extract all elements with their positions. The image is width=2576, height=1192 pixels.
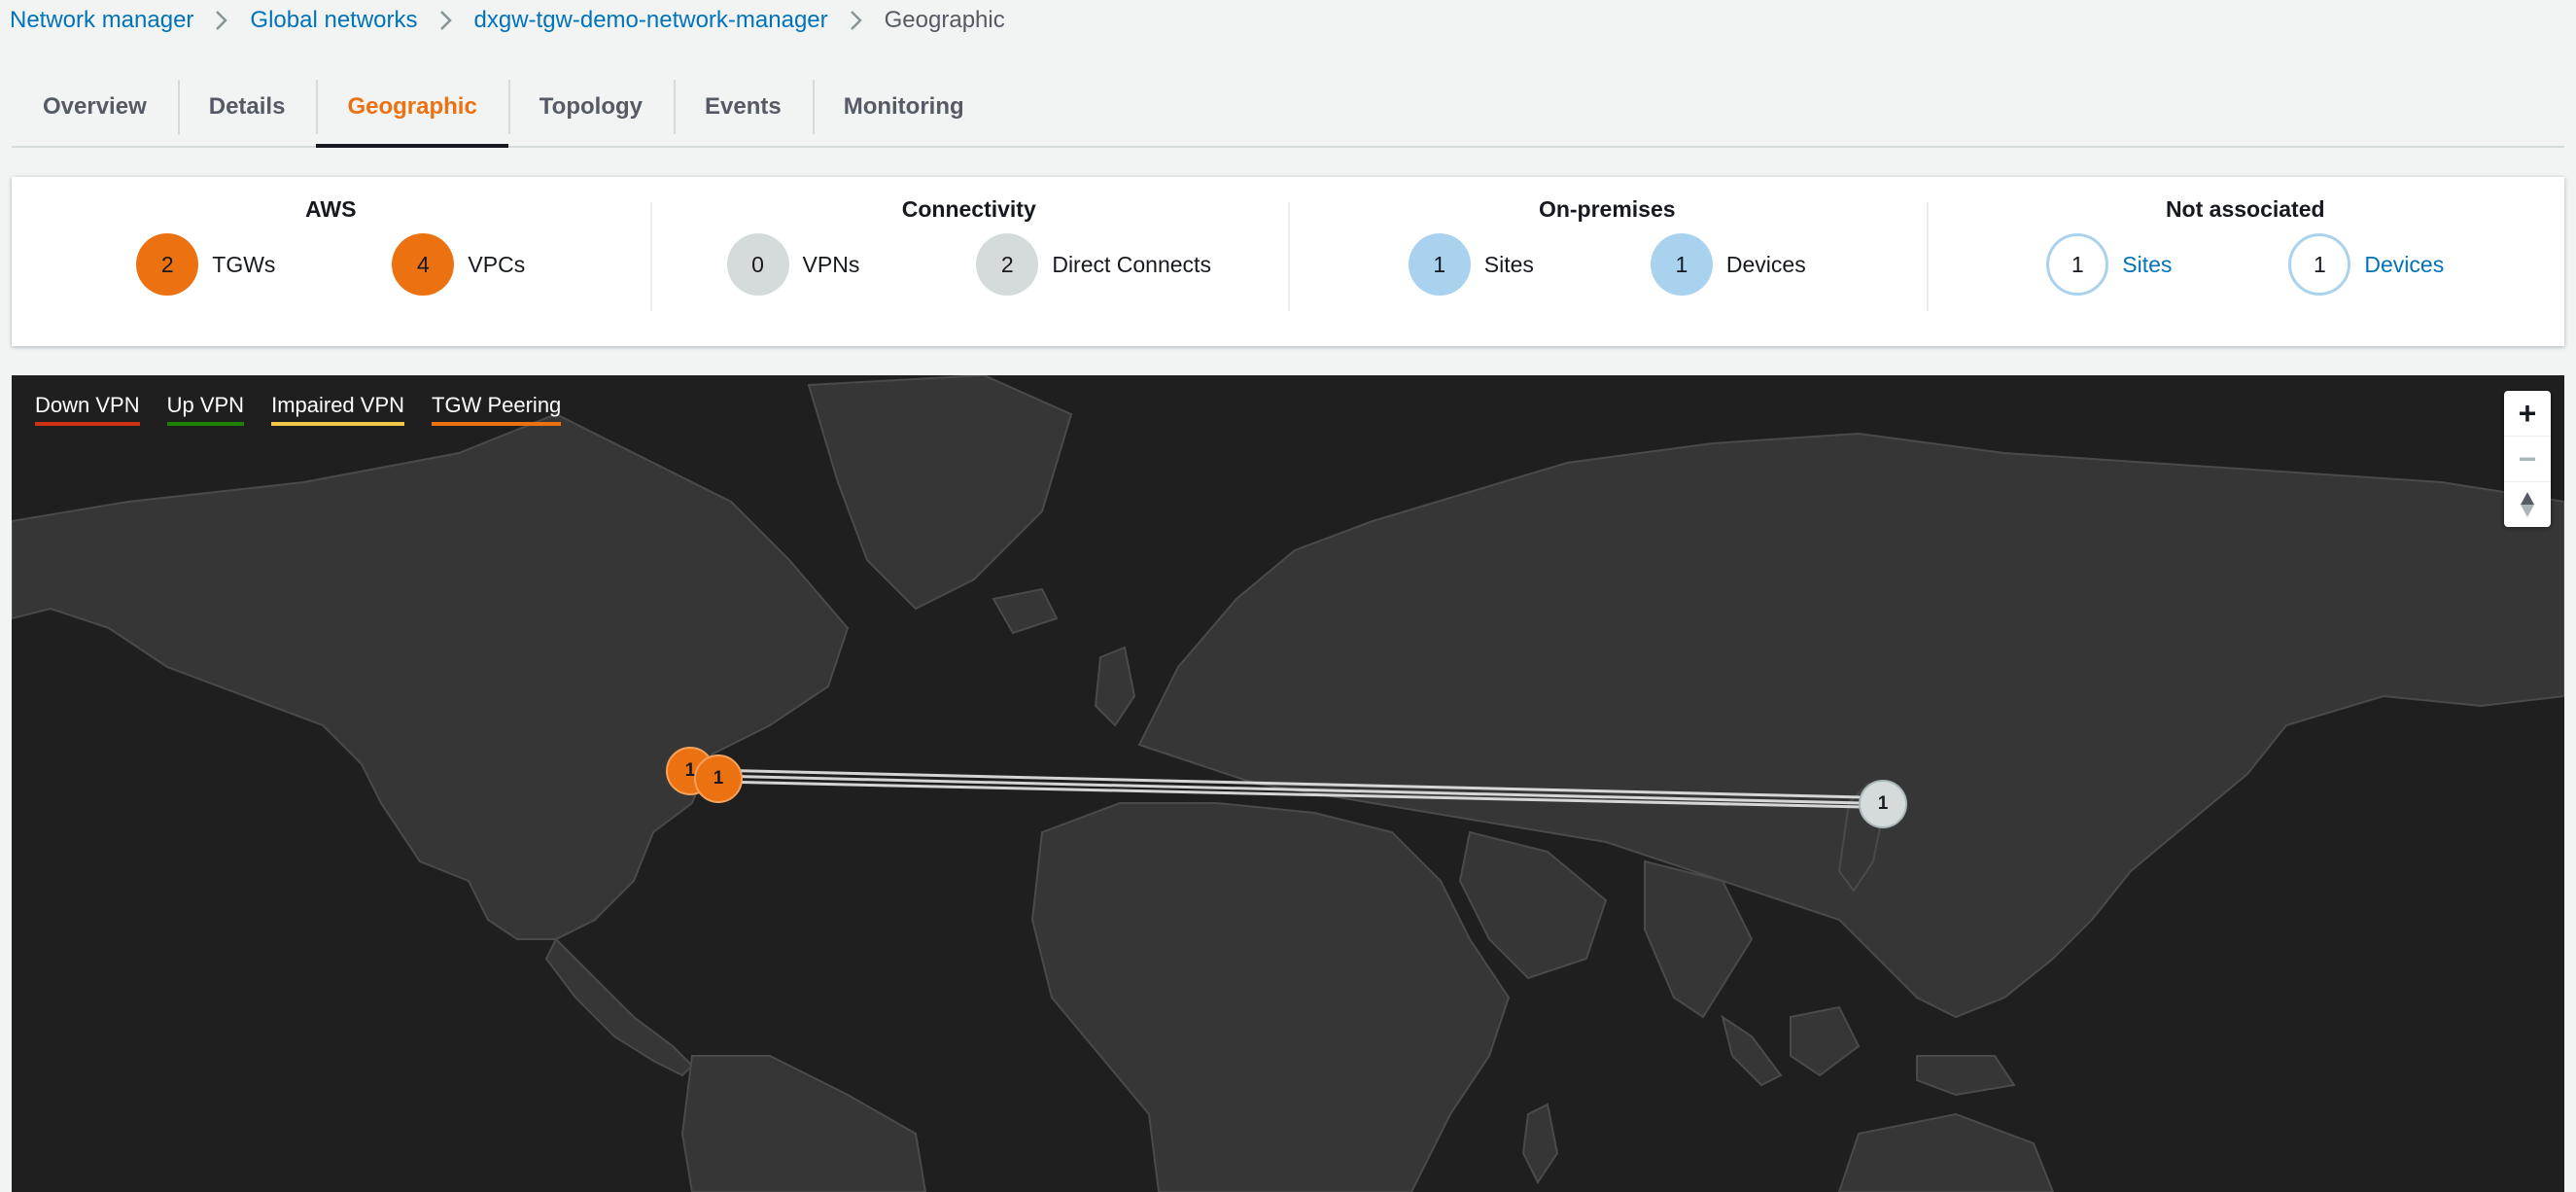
legend-impaired-vpn: Impaired VPN [271, 393, 405, 426]
stat-label: VPCs [468, 251, 526, 277]
zoom-out-button[interactable]: − [2504, 437, 2551, 482]
chevron-right-icon [850, 10, 863, 31]
stat-label: Sites [1483, 251, 1534, 277]
tab-topology[interactable]: Topology [507, 68, 674, 146]
summary-connectivity: Connectivity 0 VPNs 2 Direct Connects [649, 177, 1289, 346]
landmass-borneo [1790, 1005, 1861, 1077]
landmass-central-america [544, 937, 694, 1077]
stat-label: VPNs [802, 251, 860, 277]
tab-overview[interactable]: Overview [12, 68, 178, 146]
tab-events[interactable]: Events [674, 68, 813, 146]
landmass-australia [1837, 1112, 2055, 1192]
stat-vpcs: 4 VPCs [392, 233, 525, 296]
breadcrumb-network-manager[interactable]: Network manager [10, 7, 193, 34]
unassociated-devices-link[interactable]: Devices [2364, 252, 2444, 278]
stat-label: Direct Connects [1052, 251, 1211, 277]
map-zoom-controls: + − [2504, 391, 2551, 527]
map-legend: Down VPN Up VPN Impaired VPN TGW Peering [35, 393, 562, 426]
chevron-right-icon [215, 10, 228, 31]
count-badge: 4 [392, 233, 455, 296]
landmass-south-america [680, 1055, 927, 1192]
tab-bar: Overview Details Geographic Topology Eve… [12, 68, 2564, 148]
legend-tgw-peering: TGW Peering [432, 393, 562, 426]
landmass-north-america [12, 412, 850, 940]
summary-not-associated: Not associated 1 Sites 1 Devices [1926, 177, 2565, 346]
group-title: Connectivity [901, 196, 1036, 222]
count-badge: 1 [1650, 233, 1713, 296]
breadcrumb: Network manager Global networks dxgw-tgw… [10, 0, 1005, 41]
count-badge: 0 [726, 233, 789, 296]
group-title: On-premises [1538, 196, 1676, 222]
map-marker-tgw[interactable]: 1 [694, 754, 743, 803]
landmass-iceland [992, 587, 1059, 635]
summary-aws: AWS 2 TGWs 4 VPCs [12, 177, 650, 346]
landmass-new-guinea [1916, 1055, 2016, 1097]
count-badge: 1 [2046, 233, 2109, 296]
breadcrumb-global-networks[interactable]: Global networks [250, 7, 417, 34]
world-map[interactable]: Down VPN Up VPN Impaired VPN TGW Peering… [12, 375, 2564, 1192]
stat-devices: 1 Devices [1650, 233, 1806, 296]
tab-geographic[interactable]: Geographic [316, 68, 509, 148]
map-marker-site[interactable]: 1 [1859, 780, 1907, 828]
tab-details[interactable]: Details [177, 68, 317, 146]
stat-label: Devices [1725, 251, 1806, 277]
landmass-africa [1030, 802, 1511, 1192]
unassociated-sites-link[interactable]: Sites [2122, 252, 2172, 278]
zoom-in-button[interactable]: + [2504, 391, 2551, 437]
stat-unassociated-sites[interactable]: 1 Sites [2046, 233, 2172, 296]
count-badge: 2 [136, 233, 199, 296]
summary-on-premises: On-premises 1 Sites 1 Devices [1288, 177, 1927, 346]
stat-unassociated-devices[interactable]: 1 Devices [2288, 233, 2444, 296]
count-badge: 2 [976, 233, 1039, 296]
legend-down-vpn: Down VPN [35, 393, 140, 426]
count-badge: 1 [2288, 233, 2351, 296]
legend-up-vpn: Up VPN [166, 393, 245, 426]
landmass-sumatra [1721, 1014, 1783, 1087]
stat-label: TGWs [212, 251, 276, 277]
group-title: Not associated [2165, 196, 2325, 222]
stat-tgws: 2 TGWs [136, 233, 275, 296]
landmass-madagascar [1521, 1103, 1559, 1184]
tab-monitoring[interactable]: Monitoring [812, 68, 995, 146]
count-badge: 1 [1408, 233, 1471, 296]
compass-icon [2521, 492, 2534, 517]
stat-vpns: 0 VPNs [726, 233, 860, 296]
landmass-uk [1094, 646, 1136, 727]
map-canvas [12, 375, 2564, 1192]
group-title: AWS [305, 196, 357, 222]
chevron-right-icon [439, 10, 453, 31]
summary-panel: AWS 2 TGWs 4 VPCs Connectivity 0 VPNs 2 … [12, 177, 2564, 346]
breadcrumb-network[interactable]: dxgw-tgw-demo-network-manager [474, 7, 828, 34]
breadcrumb-current: Geographic [884, 7, 1005, 33]
stat-sites: 1 Sites [1408, 233, 1534, 296]
reset-bearing-button[interactable] [2504, 482, 2551, 527]
landmass-greenland [807, 375, 1073, 611]
stat-direct-connects: 2 Direct Connects [976, 233, 1211, 296]
